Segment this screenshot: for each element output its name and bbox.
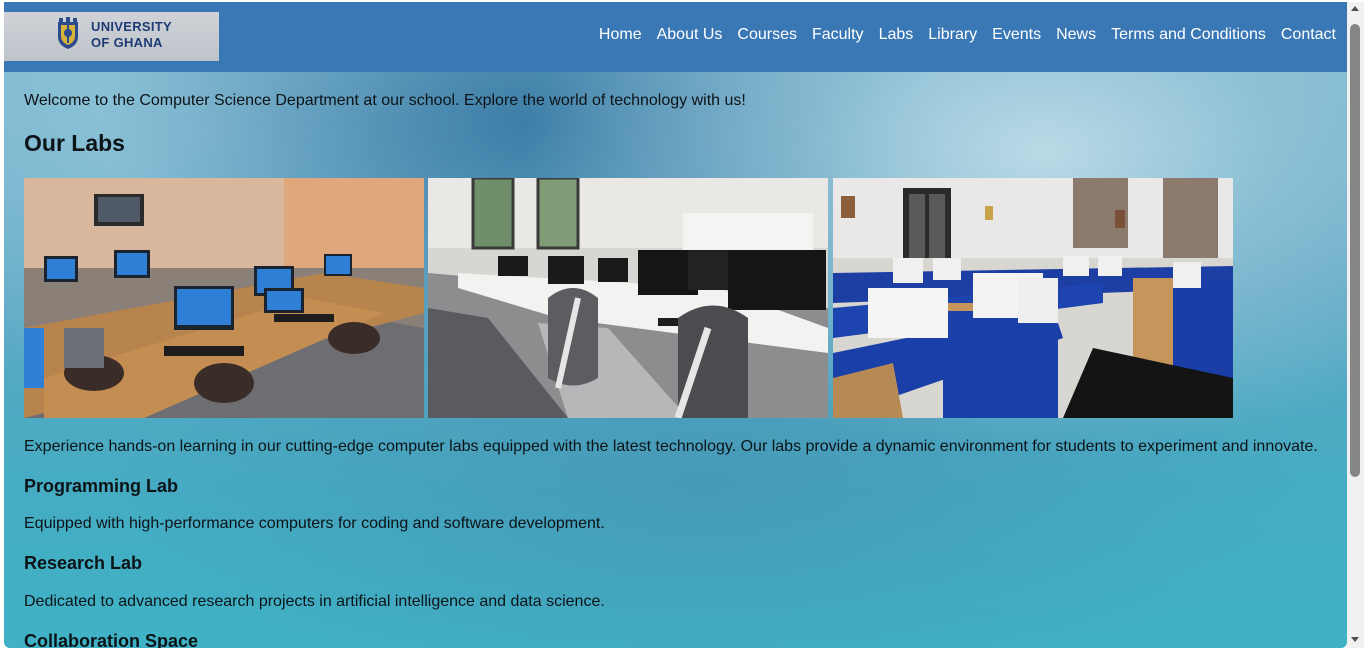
page-viewport: UNIVERSITY OF GHANA Home About Us Course…	[4, 2, 1347, 648]
brand-line-2: OF GHANA	[91, 35, 163, 50]
labs-intro-text: Experience hands-on learning in our cutt…	[24, 438, 1318, 455]
lab-description-research: Dedicated to advanced research projects …	[24, 593, 605, 610]
lab-photo-3	[833, 178, 1233, 418]
lab-description-programming: Equipped with high-performance computers…	[24, 515, 605, 532]
nav-faculty[interactable]: Faculty	[812, 26, 864, 44]
brand-line-1: UNIVERSITY	[91, 19, 173, 34]
top-navbar: UNIVERSITY OF GHANA Home About Us Course…	[4, 2, 1347, 72]
main-nav: Home About Us Courses Faculty Labs Libra…	[599, 26, 1336, 44]
scrollbar-thumb[interactable]	[1350, 24, 1360, 477]
lab-heading-collaboration: Collaboration Space	[24, 631, 199, 648]
brand-name: UNIVERSITY OF GHANA	[91, 19, 172, 51]
welcome-text: Welcome to the Computer Science Departme…	[24, 92, 746, 109]
lab-heading-programming: Programming Lab	[24, 476, 179, 496]
nav-news[interactable]: News	[1056, 26, 1096, 44]
nav-terms-and-conditions[interactable]: Terms and Conditions	[1111, 26, 1266, 44]
scroll-up-arrow-icon[interactable]	[1351, 6, 1359, 11]
vertical-scrollbar[interactable]	[1347, 2, 1364, 648]
university-crest-icon	[58, 17, 78, 49]
nav-contact[interactable]: Contact	[1281, 26, 1336, 44]
nav-courses[interactable]: Courses	[737, 26, 797, 44]
nav-labs[interactable]: Labs	[879, 26, 914, 44]
lab-photo-2	[428, 178, 828, 418]
nav-about-us[interactable]: About Us	[657, 26, 723, 44]
lab-heading-research: Research Lab	[24, 553, 143, 573]
nav-library[interactable]: Library	[928, 26, 977, 44]
page-title: Our Labs	[24, 130, 125, 156]
nav-events[interactable]: Events	[992, 26, 1041, 44]
nav-home[interactable]: Home	[599, 26, 642, 44]
window-bottom-edge	[0, 648, 1366, 653]
university-logo[interactable]: UNIVERSITY OF GHANA	[4, 12, 219, 61]
lab-photo-1	[24, 178, 424, 418]
scroll-down-arrow-icon[interactable]	[1351, 637, 1359, 642]
